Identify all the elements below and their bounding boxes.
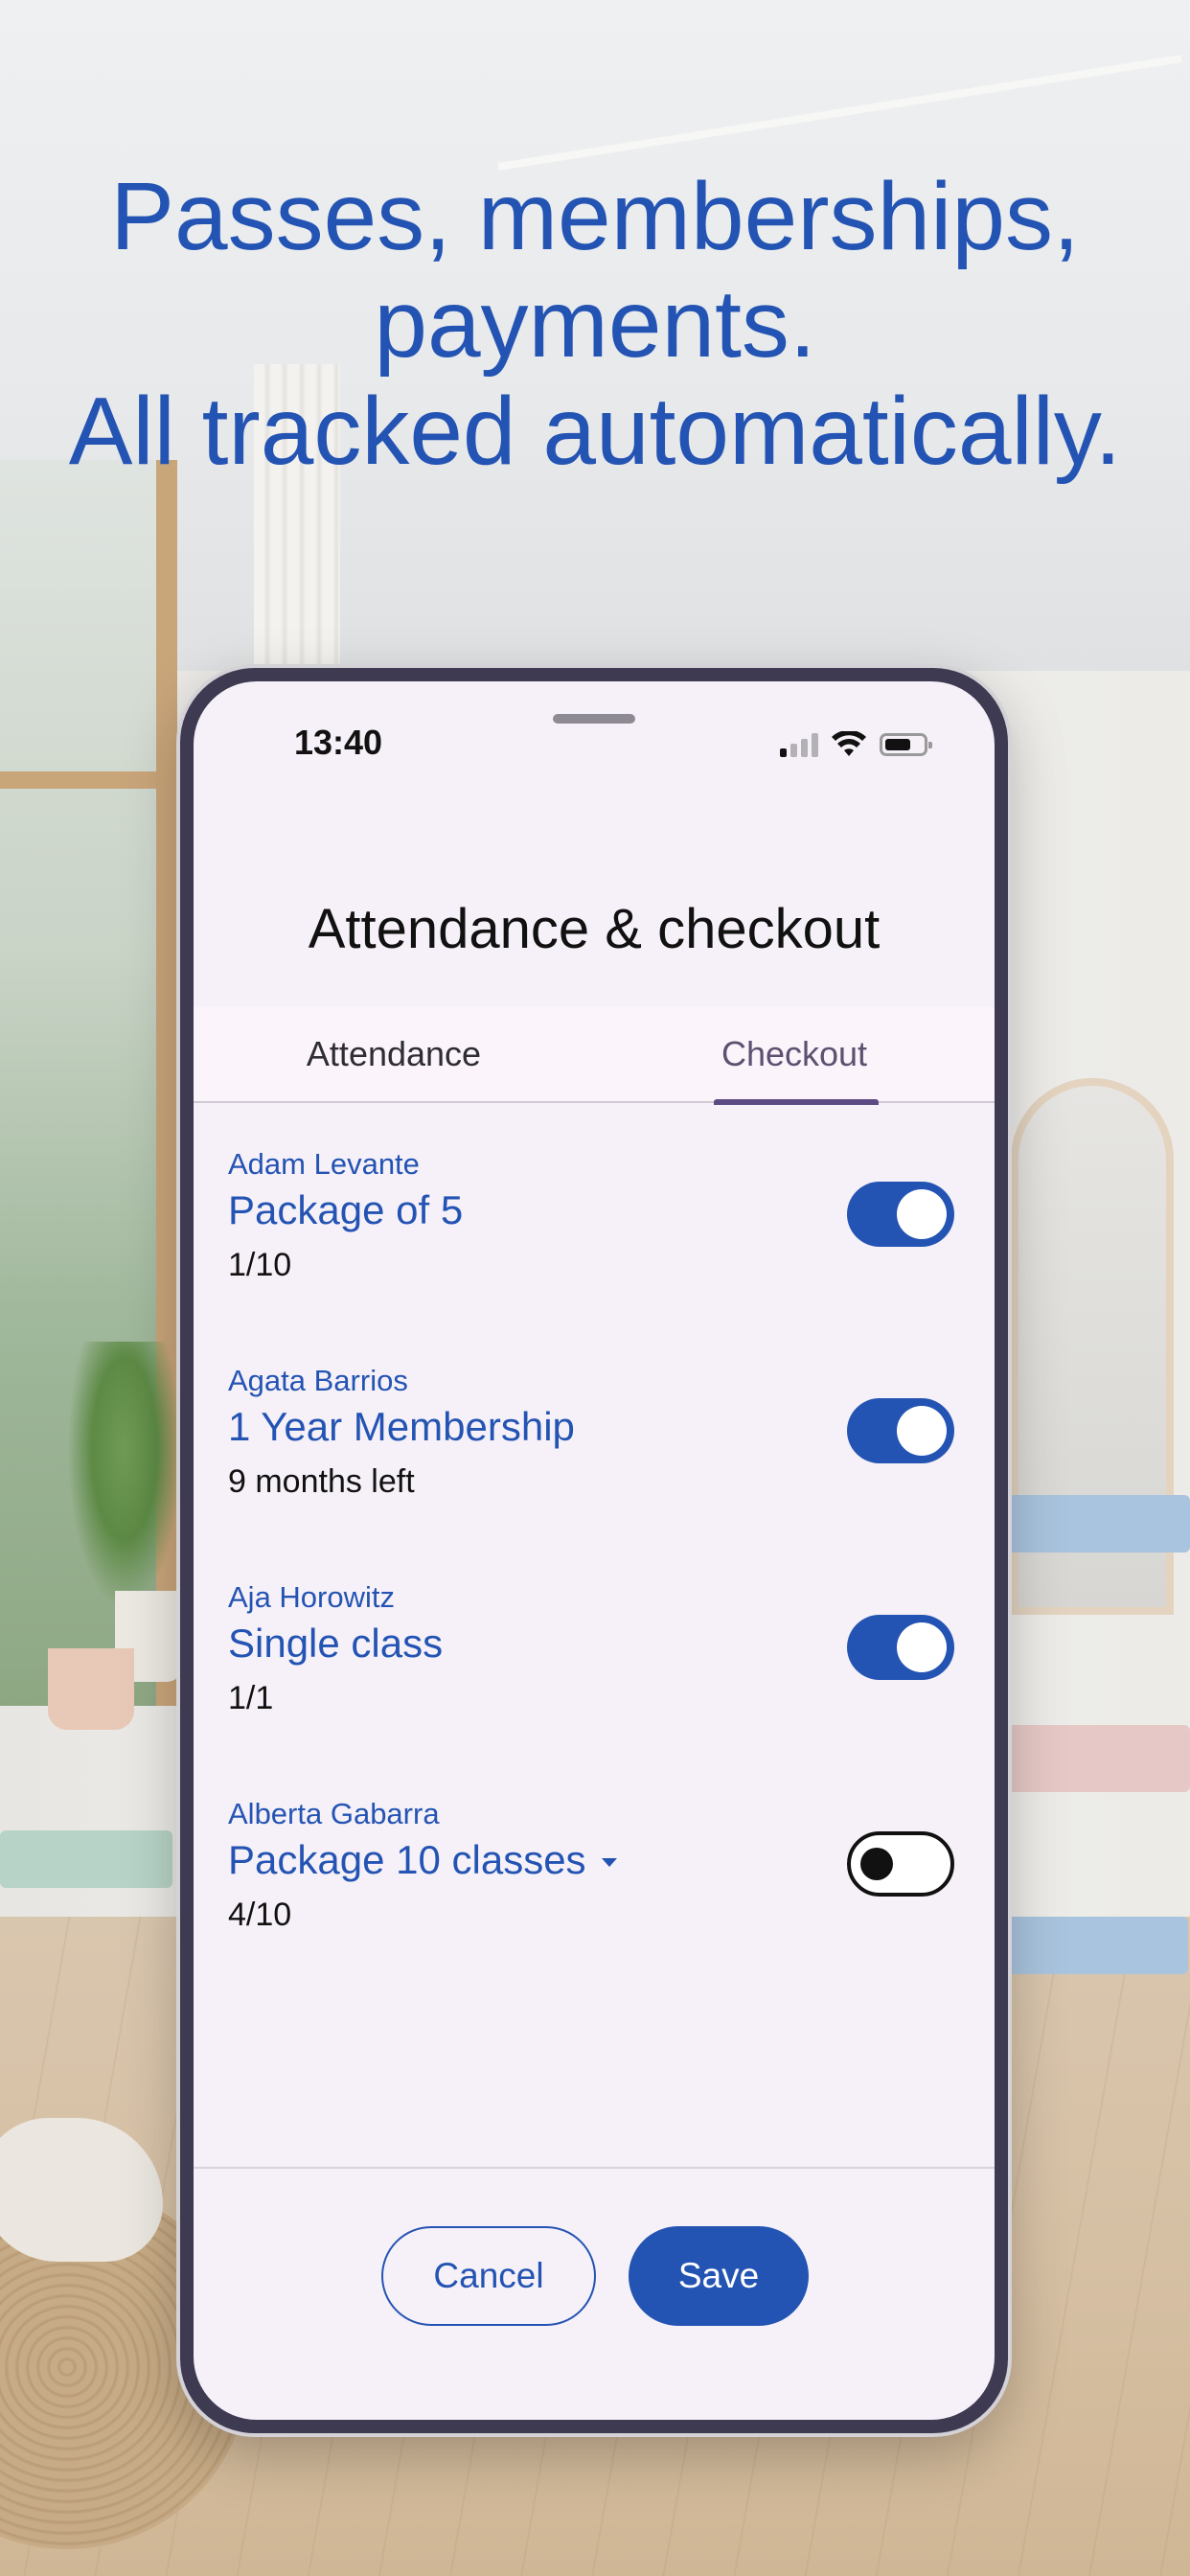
checkout-toggle[interactable] bbox=[847, 1398, 954, 1463]
list-item: Adam Levante Package of 5 1/10 bbox=[194, 1132, 995, 1348]
pass-name: 1 Year Membership bbox=[228, 1404, 575, 1450]
checkout-list: Adam Levante Package of 5 1/10 Agata Bar… bbox=[194, 1132, 995, 1998]
client-name: Agata Barrios bbox=[228, 1364, 408, 1397]
marketing-headline: Passes, memberships, payments. All track… bbox=[0, 163, 1190, 485]
status-icons bbox=[780, 731, 932, 758]
tab-active-indicator bbox=[714, 1099, 879, 1105]
headline-line-3: All tracked automatically. bbox=[68, 378, 1122, 485]
pass-label: 1 Year Membership bbox=[228, 1404, 575, 1449]
pass-dropdown[interactable]: Package 10 classes bbox=[228, 1837, 617, 1883]
pass-usage: 1/1 bbox=[228, 1680, 274, 1716]
tab-attendance[interactable]: Attendance bbox=[194, 1007, 594, 1103]
client-name: Adam Levante bbox=[228, 1147, 420, 1181]
signal-icon bbox=[780, 732, 818, 757]
list-item: Alberta Gabarra Package 10 classes 4/10 bbox=[194, 1782, 995, 1998]
sheet-title: Attendance & checkout bbox=[308, 898, 881, 960]
phone-screen: 13:40 Attendance & checkout Attendance C… bbox=[194, 681, 995, 2420]
pass-label: Package of 5 bbox=[228, 1187, 464, 1232]
tab-bar: Attendance Checkout bbox=[194, 1007, 995, 1105]
list-item: Aja Horowitz Single class 1/1 bbox=[194, 1565, 995, 1782]
chevron-down-icon[interactable] bbox=[601, 1857, 617, 1867]
pass-name: Package of 5 bbox=[228, 1187, 463, 1233]
cancel-button[interactable]: Cancel bbox=[381, 2226, 596, 2326]
save-button[interactable]: Save bbox=[629, 2226, 809, 2326]
sheet-grabber-handle[interactable] bbox=[553, 714, 635, 724]
tab-checkout[interactable]: Checkout bbox=[594, 1007, 995, 1103]
pass-label: Package 10 classes bbox=[228, 1837, 586, 1882]
battery-icon bbox=[880, 733, 932, 756]
status-time: 13:40 bbox=[294, 723, 383, 762]
client-name: Alberta Gabarra bbox=[228, 1797, 440, 1830]
phone-frame: 13:40 Attendance & checkout Attendance C… bbox=[180, 668, 1008, 2433]
wifi-icon bbox=[832, 731, 866, 756]
pass-usage: 9 months left bbox=[228, 1463, 415, 1500]
headline-line-2: payments. bbox=[374, 270, 816, 378]
footer-divider bbox=[194, 2167, 995, 2169]
client-name: Aja Horowitz bbox=[228, 1580, 395, 1614]
headline-line-1: Passes, memberships, bbox=[110, 163, 1080, 270]
pass-usage: 4/10 bbox=[228, 1897, 292, 1933]
pass-label: Single class bbox=[228, 1621, 444, 1666]
checkout-toggle[interactable] bbox=[847, 1182, 954, 1247]
checkout-toggle[interactable] bbox=[847, 1831, 954, 1897]
pass-usage: 1/10 bbox=[228, 1247, 292, 1283]
checkout-toggle[interactable] bbox=[847, 1615, 954, 1680]
pass-name: Single class bbox=[228, 1621, 443, 1667]
list-item: Agata Barrios 1 Year Membership 9 months… bbox=[194, 1348, 995, 1565]
